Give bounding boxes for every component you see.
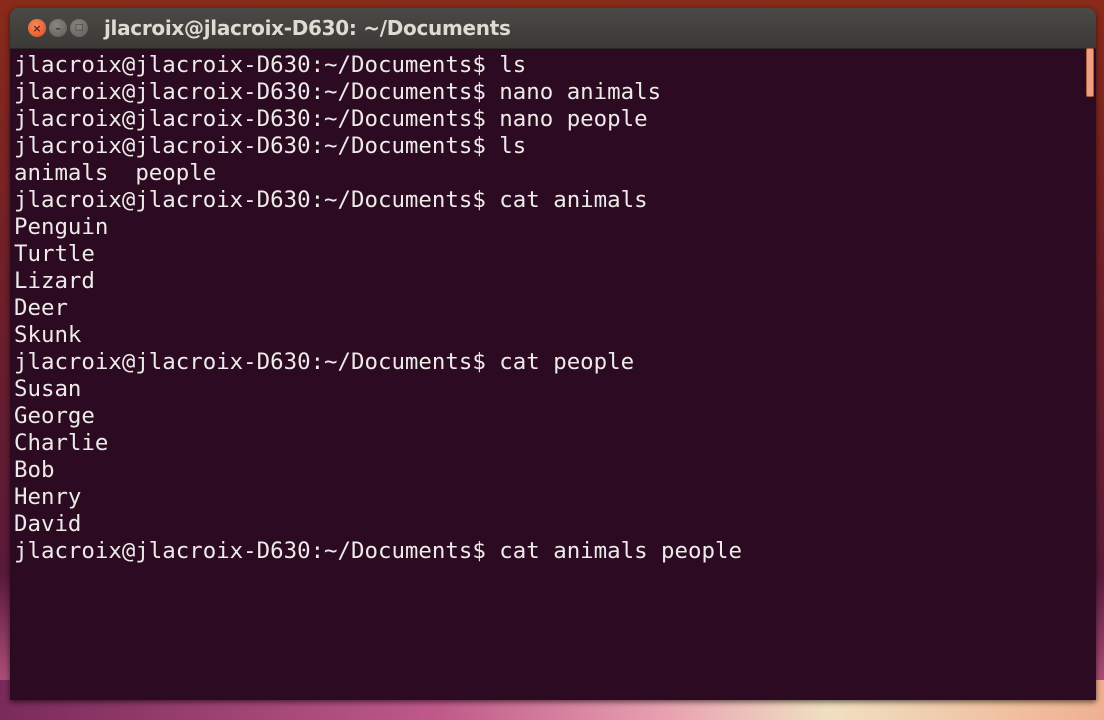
minimize-icon: – — [55, 21, 61, 35]
terminal-line: Charlie — [14, 430, 109, 456]
terminal-line: Turtle — [14, 241, 95, 267]
terminal-line: Skunk — [14, 322, 82, 348]
terminal-line: Susan — [14, 376, 82, 402]
terminal-line: Penguin — [14, 214, 109, 240]
terminal-line: jlacroix@jlacroix-D630:~/Documents$ ls — [14, 52, 527, 78]
terminal-output[interactable]: jlacroix@jlacroix-D630:~/Documents$ ls jl… — [14, 52, 1086, 700]
terminal-line: jlacroix@jlacroix-D630:~/Documents$ cat … — [14, 187, 648, 213]
terminal-line: jlacroix@jlacroix-D630:~/Documents$ cat … — [14, 349, 635, 375]
scrollbar-thumb[interactable] — [1086, 48, 1094, 97]
maximize-button[interactable]: □ — [70, 19, 88, 37]
maximize-icon: □ — [74, 23, 84, 33]
window-title: jlacroix@jlacroix-D630: ~/Documents — [104, 16, 511, 40]
terminal-line: Lizard — [14, 268, 95, 294]
close-button[interactable]: × — [28, 19, 46, 37]
terminal-line: Henry — [14, 484, 82, 510]
terminal-line: Deer — [14, 295, 68, 321]
title-bar[interactable]: × – □ jlacroix@jlacroix-D630: ~/Document… — [10, 8, 1096, 49]
terminal-window: × – □ jlacroix@jlacroix-D630: ~/Document… — [10, 8, 1096, 700]
terminal-line: jlacroix@jlacroix-D630:~/Documents$ ls — [14, 133, 527, 159]
terminal-line: George — [14, 403, 95, 429]
close-icon: × — [32, 21, 42, 35]
terminal-line: jlacroix@jlacroix-D630:~/Documents$ nano… — [14, 106, 648, 132]
terminal-line: jlacroix@jlacroix-D630:~/Documents$ nano… — [14, 79, 662, 105]
terminal-line: David — [14, 511, 82, 537]
terminal-line: animals people — [14, 160, 217, 186]
minimize-button[interactable]: – — [49, 19, 67, 37]
terminal-line: jlacroix@jlacroix-D630:~/Documents$ cat … — [14, 538, 742, 564]
terminal-line: Bob — [14, 457, 55, 483]
